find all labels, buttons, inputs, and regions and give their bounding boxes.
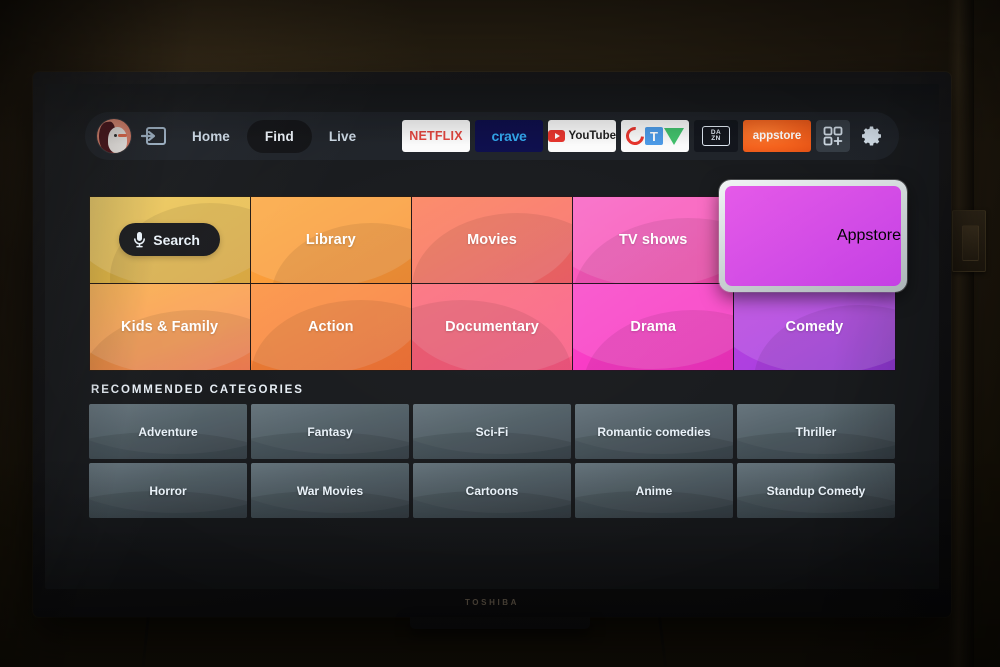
app-appstore-label: appstore: [752, 130, 802, 142]
app-netflix-label: NETFLIX: [409, 129, 463, 143]
tv-screen: Home Find Live NETFLIX crave YouTube T D…: [45, 84, 939, 589]
rec-tile-horror[interactable]: Horror: [89, 463, 247, 518]
rec-tile-label: Thriller: [795, 424, 837, 439]
tile-comedy[interactable]: Comedy: [733, 282, 896, 371]
add-apps-button[interactable]: [816, 120, 850, 152]
rec-tile-adventure[interactable]: Adventure: [89, 404, 247, 459]
tile-appstore-surface: Appstore: [725, 186, 901, 286]
tile-kids-and-family[interactable]: Kids & Family: [88, 282, 251, 371]
settings-button[interactable]: [855, 120, 889, 152]
tile-action-label: Action: [307, 318, 354, 335]
light-switch: [952, 210, 986, 272]
nav-links: Home Find Live: [179, 119, 369, 153]
rec-tile-label: Standup Comedy: [766, 483, 866, 498]
gear-icon: [862, 126, 881, 146]
category-grid-row-2: Kids & Family Action Documentary Drama C…: [88, 282, 896, 371]
tv-brand-logo: TOSHIBA: [464, 598, 520, 607]
recommended-row-1: Adventure Fantasy Sci-Fi Romantic comedi…: [89, 404, 895, 459]
app-ctv[interactable]: T: [621, 120, 689, 152]
app-dazn[interactable]: DA ZN: [694, 120, 738, 152]
search-button[interactable]: Search: [119, 223, 220, 256]
room-photo: Home Find Live NETFLIX crave YouTube T D…: [0, 0, 1000, 667]
nav-item-home[interactable]: Home: [179, 121, 243, 152]
avatar-beak: [118, 134, 127, 137]
television-set: Home Find Live NETFLIX crave YouTube T D…: [33, 72, 951, 617]
wall-corner-edge: [948, 0, 974, 667]
tile-drama[interactable]: Drama: [572, 282, 735, 371]
microphone-icon: [134, 232, 146, 248]
tv-stand: [410, 617, 590, 629]
rec-tile-label: Cartoons: [465, 483, 519, 498]
avatar-eye: [114, 134, 117, 137]
ctv-t-icon: T: [645, 127, 663, 145]
rec-tile-label: Fantasy: [307, 424, 353, 439]
tile-movies-label: Movies: [467, 231, 517, 248]
app-crave[interactable]: crave: [475, 120, 543, 152]
app-crave-label: crave: [491, 128, 527, 144]
tile-action[interactable]: Action: [249, 282, 412, 371]
youtube-play-icon: [548, 130, 565, 142]
tile-documentary-label: Documentary: [445, 318, 539, 335]
category-grid: Search Library Movies TV shows Kids & Fa…: [88, 180, 907, 371]
rec-tile-standup-comedy[interactable]: Standup Comedy: [737, 463, 895, 518]
tile-decor-blob-2: [780, 186, 837, 286]
app-shortcuts-row: NETFLIX crave YouTube T DA ZN appstore: [402, 120, 889, 152]
top-navigation-bar: Home Find Live NETFLIX crave YouTube T D…: [85, 112, 899, 160]
tile-drama-label: Drama: [630, 318, 677, 335]
rec-tile-label: Adventure: [138, 424, 198, 439]
tile-appstore-label: Appstore: [836, 227, 901, 244]
ctv-c-icon: [622, 123, 648, 149]
recommended-row-2: Horror War Movies Cartoons Anime Standup…: [89, 463, 895, 518]
tile-movies[interactable]: Movies: [410, 195, 574, 284]
app-netflix[interactable]: NETFLIX: [402, 120, 470, 152]
rec-tile-anime[interactable]: Anime: [575, 463, 733, 518]
tile-comedy-label: Comedy: [785, 318, 844, 335]
app-youtube-label: YouTube: [568, 130, 616, 142]
rec-tile-war-movies[interactable]: War Movies: [251, 463, 409, 518]
rec-tile-label: Romantic comedies: [597, 424, 711, 439]
rec-tile-cartoons[interactable]: Cartoons: [413, 463, 571, 518]
tile-documentary[interactable]: Documentary: [410, 282, 574, 371]
rec-tile-label: Anime: [635, 483, 673, 498]
rec-tile-label: Horror: [149, 483, 187, 498]
grid-plus-icon: [823, 126, 843, 146]
recommended-categories-grid: Adventure Fantasy Sci-Fi Romantic comedi…: [89, 404, 895, 522]
avatar[interactable]: [97, 119, 131, 153]
tile-library-label: Library: [305, 231, 356, 248]
tile-library[interactable]: Library: [249, 195, 412, 284]
dazn-logo-icon: DA ZN: [702, 126, 730, 146]
rec-tile-thriller[interactable]: Thriller: [737, 404, 895, 459]
search-button-label: Search: [153, 231, 200, 248]
tile-search[interactable]: Search: [88, 195, 251, 284]
rec-tile-fantasy[interactable]: Fantasy: [251, 404, 409, 459]
rec-tile-romantic-comedies[interactable]: Romantic comedies: [575, 404, 733, 459]
rec-tile-label: Sci-Fi: [475, 424, 509, 439]
app-youtube[interactable]: YouTube: [548, 120, 616, 152]
tile-tv-shows-label: TV shows: [618, 231, 688, 248]
nav-item-live[interactable]: Live: [316, 121, 369, 152]
recommended-categories-title: RECOMMENDED CATEGORIES: [91, 384, 304, 396]
sign-in-icon[interactable]: [141, 125, 167, 147]
avatar-face: [108, 127, 127, 153]
tile-appstore-focused[interactable]: Appstore: [719, 180, 907, 292]
rec-tile-label: War Movies: [296, 483, 364, 498]
rec-tile-sci-fi[interactable]: Sci-Fi: [413, 404, 571, 459]
tile-kids-and-family-label: Kids & Family: [121, 318, 219, 335]
tile-tv-shows[interactable]: TV shows: [572, 195, 735, 284]
app-appstore[interactable]: appstore: [743, 120, 811, 152]
tile-decor-blob: [725, 186, 780, 286]
ctv-v-icon: [664, 127, 684, 145]
dazn-label-bottom: ZN: [711, 135, 721, 142]
nav-item-find[interactable]: Find: [246, 119, 312, 153]
